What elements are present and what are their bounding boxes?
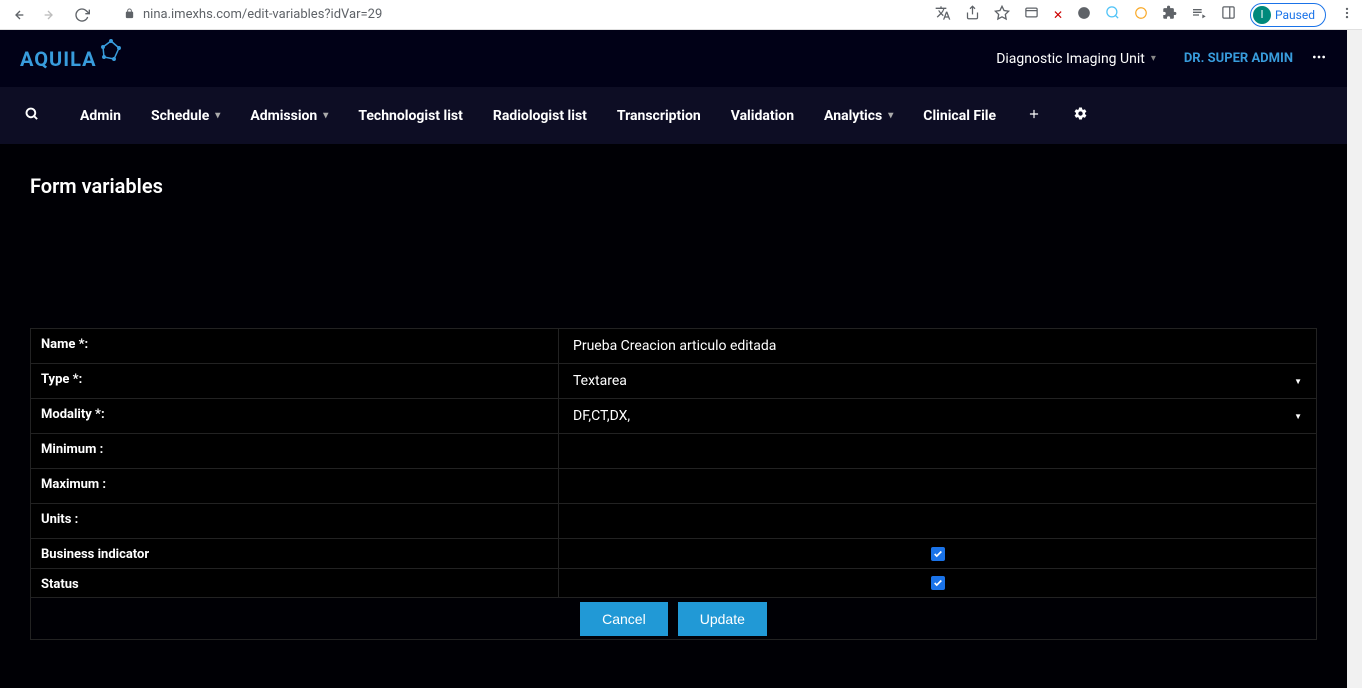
row-minimum: Minimum : <box>30 433 1317 468</box>
checkbox-business-indicator-cell <box>559 539 1316 568</box>
share-icon[interactable] <box>965 5 980 24</box>
nav-transcription[interactable]: Transcription <box>602 87 716 144</box>
nav-validation[interactable]: Validation <box>716 87 809 144</box>
reload-button[interactable] <box>72 5 92 25</box>
lock-icon <box>124 8 135 22</box>
label-units: Units : <box>31 504 559 538</box>
select-type[interactable]: Textarea ▼ <box>559 364 1316 398</box>
logo[interactable]: AQUILA <box>20 47 123 71</box>
input-name[interactable]: Prueba Creacion articulo editada <box>559 329 1316 363</box>
scrollbar[interactable] <box>1347 30 1362 688</box>
main-nav: Admin Schedule▾ Admission▾ Technologist … <box>0 87 1347 144</box>
nav-clinical[interactable]: Clinical File <box>908 87 1011 144</box>
update-button[interactable]: Update <box>678 602 767 636</box>
chevron-down-icon: ▾ <box>1151 53 1156 64</box>
label-business-indicator: Business indicator <box>31 539 559 568</box>
select-modality[interactable]: DF,CT,DX, ▼ <box>559 399 1316 433</box>
caret-down-icon: ▼ <box>1294 377 1302 386</box>
search-icon[interactable] <box>24 106 39 125</box>
input-maximum[interactable] <box>559 469 1316 503</box>
back-button[interactable] <box>8 5 28 25</box>
chevron-down-icon: ▾ <box>323 110 328 121</box>
address-bar[interactable]: nina.imexhs.com/edit-variables?idVar=29 <box>104 7 923 22</box>
row-maximum: Maximum : <box>30 468 1317 503</box>
caret-down-icon: ▼ <box>1294 412 1302 421</box>
browser-toolbar: nina.imexhs.com/edit-variables?idVar=29 … <box>0 0 1362 30</box>
extension-icons: ✕ I Paused <box>935 3 1354 27</box>
kebab-icon[interactable] <box>1340 6 1354 24</box>
user-name[interactable]: DR. SUPER ADMIN <box>1184 51 1293 66</box>
label-modality: Modality *: <box>31 399 559 433</box>
label-status: Status <box>31 569 559 597</box>
plus-icon[interactable] <box>1011 106 1057 125</box>
ext1-icon[interactable] <box>1024 5 1039 24</box>
page-title: Form variables <box>30 174 1317 198</box>
label-type: Type *: <box>31 364 559 398</box>
profile-chip[interactable]: I Paused <box>1250 3 1326 27</box>
label-minimum: Minimum : <box>31 434 559 468</box>
logo-text: AQUILA <box>20 47 97 71</box>
nav-schedule[interactable]: Schedule▾ <box>136 87 235 144</box>
button-row: Cancel Update <box>30 598 1317 640</box>
ext3-icon[interactable] <box>1134 6 1148 24</box>
row-status: Status <box>30 568 1317 598</box>
url-text: nina.imexhs.com/edit-variables?idVar=29 <box>143 7 382 22</box>
row-modality: Modality *: DF,CT,DX, ▼ <box>30 398 1317 433</box>
checkbox-status[interactable] <box>931 576 945 590</box>
org-selector[interactable]: Diagnostic Imaging Unit ▾ <box>996 51 1156 67</box>
nav-analytics[interactable]: Analytics▾ <box>809 87 908 144</box>
puzzle-icon[interactable] <box>1162 5 1177 24</box>
gear-icon[interactable] <box>1057 106 1104 125</box>
playlist-icon[interactable] <box>1191 5 1207 25</box>
checkbox-status-cell <box>559 569 1316 597</box>
logo-icon <box>99 39 123 63</box>
forward-button[interactable] <box>40 5 60 25</box>
row-type: Type *: Textarea ▼ <box>30 363 1317 398</box>
form-table: Name *: Prueba Creacion articulo editada… <box>30 328 1317 640</box>
ext2-icon[interactable]: ✕ <box>1053 8 1063 22</box>
nav-admission[interactable]: Admission▾ <box>235 87 343 144</box>
app-header: AQUILA Diagnostic Imaging Unit ▾ DR. SUP… <box>0 30 1347 87</box>
star-icon[interactable] <box>994 5 1010 25</box>
label-name: Name *: <box>31 329 559 363</box>
chevron-down-icon: ▾ <box>888 110 893 121</box>
nav-technologist[interactable]: Technologist list <box>343 87 478 144</box>
key-icon[interactable] <box>1105 5 1120 24</box>
more-icon[interactable] <box>1311 49 1327 69</box>
row-units: Units : <box>30 503 1317 538</box>
globe-icon[interactable] <box>1077 6 1091 24</box>
row-business-indicator: Business indicator <box>30 538 1317 568</box>
checkbox-business-indicator[interactable] <box>931 547 945 561</box>
profile-state: Paused <box>1275 8 1315 22</box>
label-maximum: Maximum : <box>31 469 559 503</box>
input-units[interactable] <box>559 504 1316 538</box>
cancel-button[interactable]: Cancel <box>580 602 668 636</box>
nav-radiologist[interactable]: Radiologist list <box>478 87 602 144</box>
content-area: Form variables Name *: Prueba Creacion a… <box>0 144 1347 670</box>
translate-icon[interactable] <box>935 5 951 25</box>
org-name: Diagnostic Imaging Unit <box>996 51 1145 67</box>
profile-avatar: I <box>1253 6 1271 24</box>
row-name: Name *: Prueba Creacion articulo editada <box>30 328 1317 363</box>
nav-admin[interactable]: Admin <box>65 87 136 144</box>
panel-icon[interactable] <box>1221 5 1236 24</box>
chevron-down-icon: ▾ <box>215 110 220 121</box>
input-minimum[interactable] <box>559 434 1316 468</box>
app-page: AQUILA Diagnostic Imaging Unit ▾ DR. SUP… <box>0 30 1347 688</box>
